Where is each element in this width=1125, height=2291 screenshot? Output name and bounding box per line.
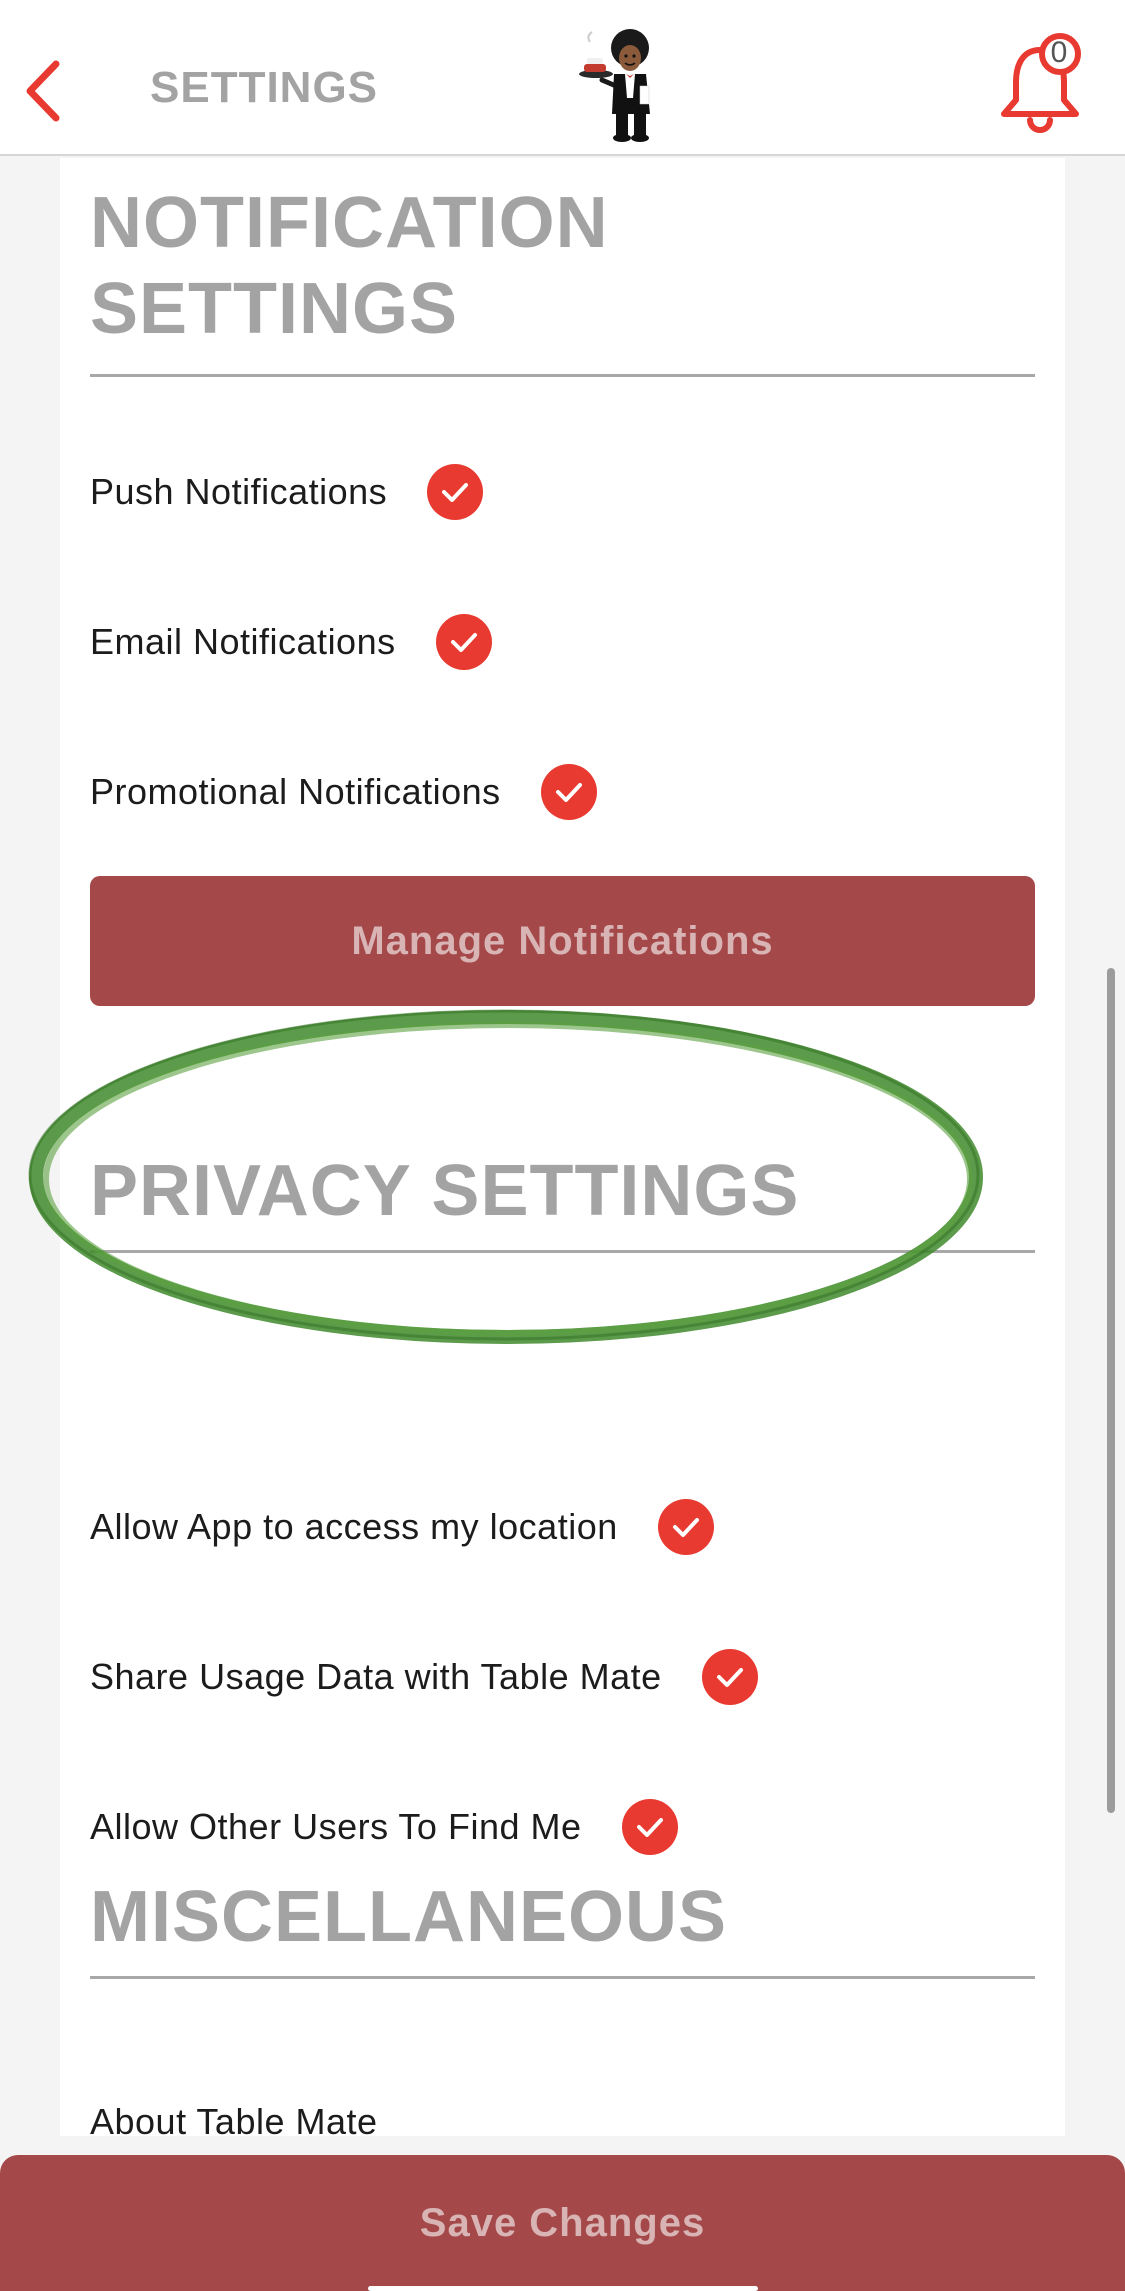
email-notifications-toggle[interactable]: Email Notifications [90, 612, 492, 672]
push-notifications-label: Push Notifications [90, 471, 388, 512]
notification-settings-heading: NOTIFICATION SETTINGS [90, 180, 609, 352]
checkmark-icon[interactable] [427, 464, 484, 520]
location-access-label: Allow App to access my location [90, 1506, 618, 1547]
vertical-scrollbar[interactable] [1107, 968, 1115, 1813]
about-table-mate-link[interactable]: About Table Mate [90, 2097, 378, 2147]
back-button[interactable] [20, 58, 66, 124]
checkmark-icon[interactable] [621, 1799, 678, 1855]
checkmark-icon[interactable] [657, 1499, 714, 1555]
section-divider [90, 1976, 1035, 1979]
notification-settings-heading-line2: SETTINGS [90, 269, 459, 349]
promotional-notifications-toggle[interactable]: Promotional Notifications [90, 762, 597, 822]
waiter-mascot-logo [579, 29, 650, 142]
email-notifications-label: Email Notifications [90, 621, 396, 662]
save-changes-button[interactable]: Save Changes [0, 2155, 1125, 2291]
section-divider [90, 1250, 1035, 1253]
miscellaneous-heading: MISCELLANEOUS [90, 1877, 728, 1957]
location-access-toggle[interactable]: Allow App to access my location [90, 1497, 714, 1557]
checkmark-icon[interactable] [701, 1649, 758, 1705]
about-table-mate-label: About Table Mate [90, 2101, 378, 2142]
discoverable-label: Allow Other Users To Find Me [90, 1806, 582, 1847]
share-usage-data-label: Share Usage Data with Table Mate [90, 1656, 662, 1697]
page-title: SETTINGS [150, 63, 379, 112]
settings-card: NOTIFICATION SETTINGS Push Notifications… [60, 158, 1065, 2142]
checkmark-icon[interactable] [435, 614, 492, 670]
discoverable-toggle[interactable]: Allow Other Users To Find Me [90, 1797, 678, 1857]
checkmark-icon[interactable] [540, 764, 597, 820]
push-notifications-toggle[interactable]: Push Notifications [90, 462, 484, 522]
home-indicator [368, 2286, 758, 2291]
privacy-settings-heading: PRIVACY SETTINGS [90, 1151, 800, 1231]
section-divider [90, 374, 1035, 377]
promotional-notifications-label: Promotional Notifications [90, 771, 501, 812]
app-header: SETTINGS 0 [0, 0, 1125, 156]
notification-settings-heading-line1: NOTIFICATION [90, 183, 609, 263]
notification-count-badge: 0 [1050, 36, 1068, 69]
manage-notifications-button[interactable]: Manage Notifications [90, 876, 1035, 1006]
share-usage-data-toggle[interactable]: Share Usage Data with Table Mate [90, 1647, 758, 1707]
chevron-left-icon [26, 60, 60, 122]
